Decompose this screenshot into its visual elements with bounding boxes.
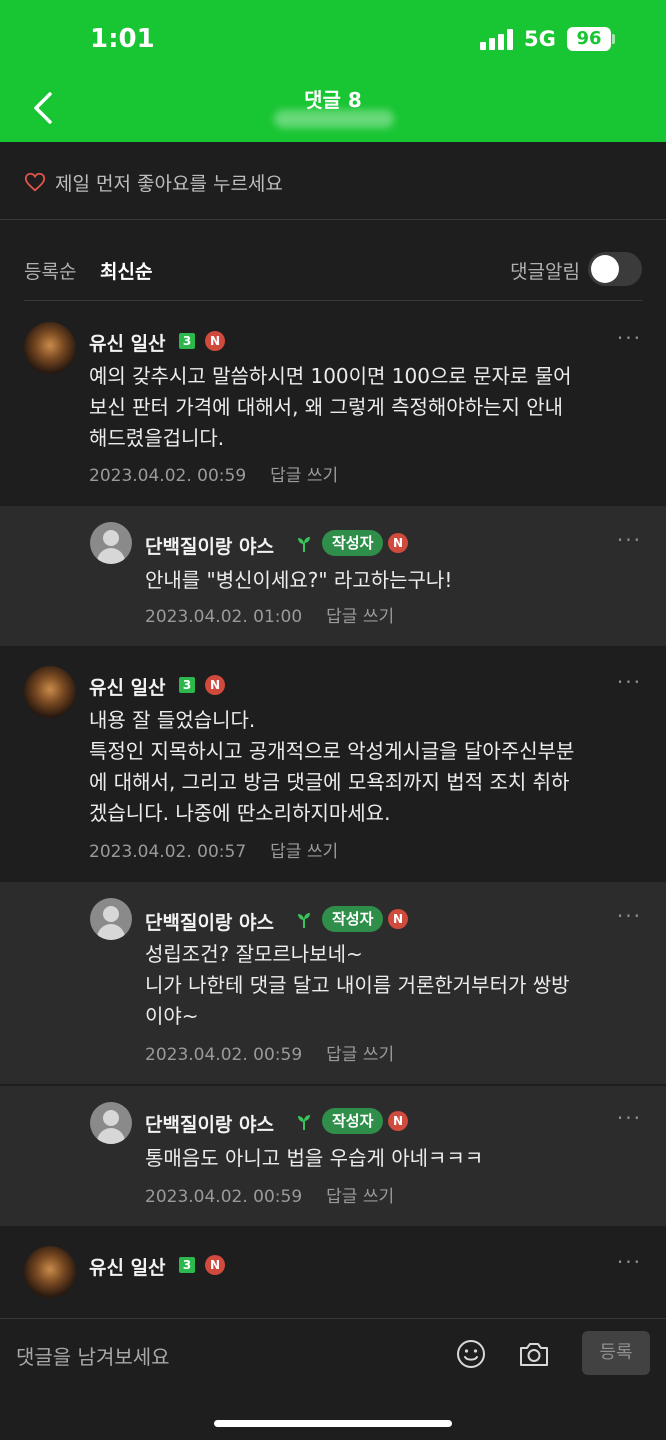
more-options-icon[interactable]: ···: [617, 326, 642, 350]
comment-nickname[interactable]: 단백질이랑 야스: [145, 532, 274, 559]
reply-button[interactable]: 답글 쓰기: [326, 1187, 394, 1207]
sprout-icon: [298, 1115, 310, 1130]
comment-body: 내용 잘 들었습니다. 특정인 지목하시고 공개적으로 악성게시글을 달아주신부…: [89, 708, 575, 825]
blurred-subtitle: [274, 110, 394, 128]
comment-nickname[interactable]: 유신 일산: [89, 329, 166, 356]
more-options-icon[interactable]: ···: [617, 528, 642, 552]
page-title: 댓글 8: [304, 88, 362, 112]
new-badge: N: [205, 331, 225, 351]
like-prompt: 제일 먼저 좋아요를 누르세요: [55, 173, 283, 195]
comment-meta: 2023.04.02. 00:59 답글 쓰기: [145, 1040, 394, 1065]
comment-input[interactable]: 댓글을 남겨보세요: [16, 1341, 170, 1370]
author-badge: 작성자: [322, 906, 384, 932]
author-badge: 작성자: [322, 1108, 384, 1134]
more-options-icon[interactable]: ···: [617, 904, 642, 928]
new-badge: N: [388, 1111, 408, 1131]
avatar-default-icon[interactable]: [90, 522, 132, 564]
comment-item: 유신 일산 3 N ··· 예의 갖추시고 말씀하시면 100이면 100으로 …: [0, 302, 666, 506]
comment-meta: 2023.04.02. 00:57 답글 쓰기: [89, 837, 338, 862]
comment-date: 2023.04.02. 00:59: [89, 466, 247, 486]
comment-notify-label: 댓글알림: [510, 261, 580, 283]
avatar-default-icon[interactable]: [90, 1102, 132, 1144]
sort-registered[interactable]: 등록순: [24, 257, 76, 284]
comment-body: 통매음도 아니고 법을 우습게 아네ㅋㅋㅋ: [145, 1146, 484, 1170]
network-type: 5G: [524, 27, 556, 51]
new-badge: N: [205, 675, 225, 695]
comment-nickname[interactable]: 단백질이랑 야스: [145, 1110, 274, 1137]
comment-meta: 2023.04.02. 01:00 답글 쓰기: [145, 602, 394, 627]
reply-button[interactable]: 답글 쓰기: [326, 1045, 394, 1065]
comment-body: 성립조건? 잘모르나보네~ 니가 나한테 댓글 달고 내이름 거론한거부터가 쌍…: [145, 942, 570, 1028]
new-badge: N: [205, 1255, 225, 1275]
comment-item: 유신 일산 3 N ···: [0, 1226, 666, 1318]
comment-date: 2023.04.02. 00:59: [145, 1045, 303, 1065]
comment-body: 예의 갖추시고 말씀하시면 100이면 100으로 문자로 물어 보신 판터 가…: [89, 364, 572, 450]
avatar-default-icon[interactable]: [90, 898, 132, 940]
comment-nickname[interactable]: 유신 일산: [89, 673, 166, 700]
more-options-icon[interactable]: ···: [617, 1250, 642, 1274]
comment-meta: 2023.04.02. 00:59 답글 쓰기: [145, 1182, 394, 1207]
toggle-knob: [591, 255, 619, 283]
emoji-icon[interactable]: [456, 1339, 486, 1369]
comment-date: 2023.04.02. 00:59: [145, 1187, 303, 1207]
home-indicator: [214, 1420, 452, 1427]
signal-icon: [480, 28, 514, 50]
level-badge: 3: [179, 677, 195, 693]
comment-nickname[interactable]: 유신 일산: [89, 1253, 166, 1280]
camera-icon[interactable]: [518, 1339, 550, 1369]
comment-body: 안내를 "병신이세요?" 라고하는구나!: [145, 568, 453, 592]
sort-latest[interactable]: 최신순: [100, 257, 152, 284]
sprout-icon: [298, 537, 310, 552]
like-row[interactable]: 제일 먼저 좋아요를 누르세요: [0, 142, 666, 220]
comment-item: 유신 일산 3 N ··· 내용 잘 들었습니다. 특정인 지목하시고 공개적으…: [0, 646, 666, 882]
battery-icon: 96: [567, 27, 611, 51]
reply-item: 단백질이랑 야스 작성자 N ··· 성립조건? 잘모르나보네~ 니가 나한테 …: [0, 882, 666, 1084]
reply-button[interactable]: 답글 쓰기: [270, 466, 338, 486]
sprout-icon: [298, 913, 310, 928]
reply-item: 단백질이랑 야스 작성자 N ··· 통매음도 아니고 법을 우습게 아네ㅋㅋㅋ…: [0, 1086, 666, 1226]
comment-nickname[interactable]: 단백질이랑 야스: [145, 908, 274, 935]
comment-notify-toggle[interactable]: [588, 252, 642, 286]
author-badge: 작성자: [322, 530, 384, 556]
level-badge: 3: [179, 1257, 195, 1273]
level-badge: 3: [179, 333, 195, 349]
avatar[interactable]: [24, 322, 76, 374]
comment-date: 2023.04.02. 00:57: [89, 842, 247, 862]
submit-button[interactable]: 등록: [582, 1331, 650, 1375]
reply-button[interactable]: 답글 쓰기: [270, 842, 338, 862]
avatar[interactable]: [24, 666, 76, 718]
battery-tip: [612, 34, 615, 44]
comment-meta: 2023.04.02. 00:59 답글 쓰기: [89, 461, 338, 486]
comment-input-bar: 댓글을 남겨보세요 등록: [0, 1318, 666, 1440]
comment-date: 2023.04.02. 01:00: [145, 607, 303, 627]
app-header: 1:01 5G 96 댓글 8: [0, 0, 666, 142]
avatar[interactable]: [24, 1246, 76, 1298]
more-options-icon[interactable]: ···: [617, 1106, 642, 1130]
reply-button[interactable]: 답글 쓰기: [326, 607, 394, 627]
new-badge: N: [388, 909, 408, 929]
sort-row: 등록순 최신순 댓글알림: [24, 221, 642, 301]
new-badge: N: [388, 533, 408, 553]
heart-icon[interactable]: [24, 171, 46, 193]
more-options-icon[interactable]: ···: [617, 670, 642, 694]
reply-item: 단백질이랑 야스 작성자 N ··· 안내를 "병신이세요?" 라고하는구나! …: [0, 506, 666, 646]
status-time: 1:01: [90, 24, 155, 54]
